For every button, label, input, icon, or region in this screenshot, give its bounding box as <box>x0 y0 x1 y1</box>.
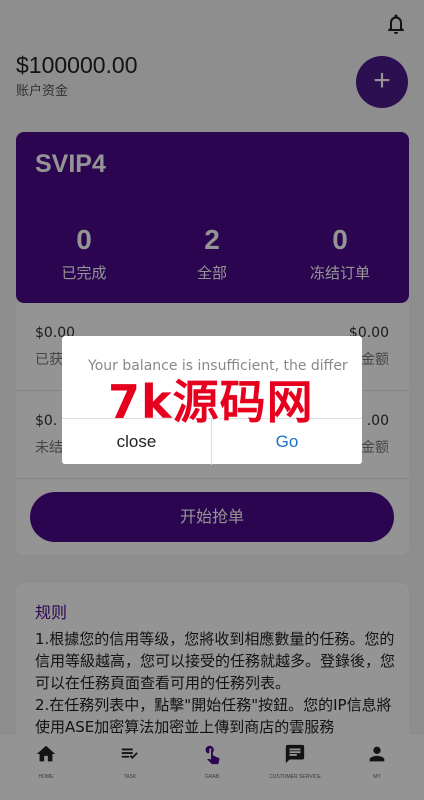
watermark-logo: 7k源码网 <box>108 375 314 429</box>
